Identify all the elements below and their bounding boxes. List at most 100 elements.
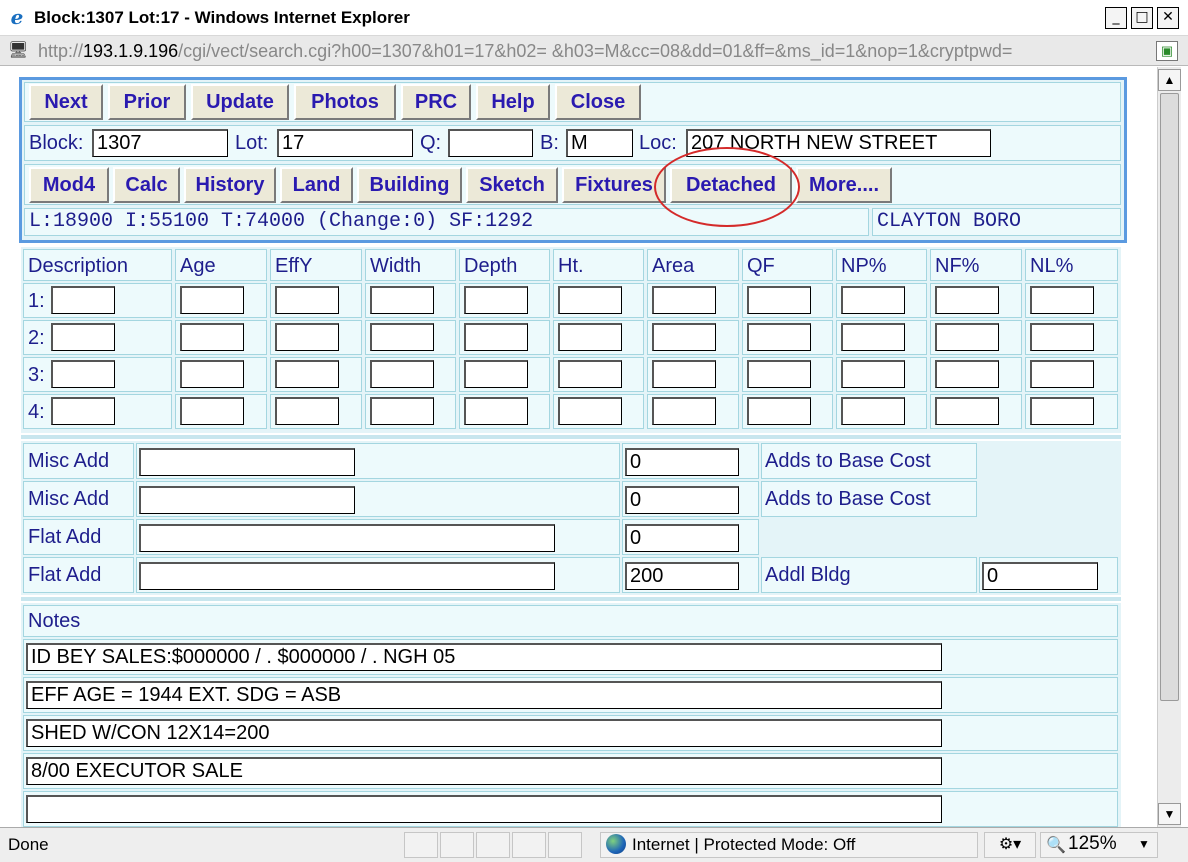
table-header-cell: EffY xyxy=(270,249,362,281)
table-input[interactable] xyxy=(180,360,244,388)
prc-button[interactable]: PRC xyxy=(401,84,471,120)
table-input[interactable] xyxy=(180,397,244,425)
address-bar[interactable]: 🖥 http://193.1.9.196/cgi/vect/search.cgi… xyxy=(0,36,1188,66)
table-input[interactable] xyxy=(51,397,115,425)
table-input[interactable] xyxy=(1030,323,1094,351)
table-input[interactable] xyxy=(558,286,622,314)
table-input[interactable] xyxy=(51,286,115,314)
note-field[interactable]: ID BEY SALES:$000000 / . $000000 / . NGH… xyxy=(26,643,942,671)
table-input[interactable] xyxy=(935,360,999,388)
url-field[interactable]: http://193.1.9.196/cgi/vect/search.cgi?h… xyxy=(38,40,1152,62)
prior-button[interactable]: Prior xyxy=(108,84,186,120)
table-cell xyxy=(1025,357,1118,392)
lot-field[interactable]: 17 xyxy=(277,129,413,157)
table-input[interactable] xyxy=(747,360,811,388)
table-input[interactable] xyxy=(841,323,905,351)
table-input[interactable] xyxy=(370,397,434,425)
table-input[interactable] xyxy=(935,286,999,314)
fixtures-button[interactable]: Fixtures xyxy=(562,167,666,203)
table-input[interactable] xyxy=(1030,360,1094,388)
table-input[interactable] xyxy=(558,397,622,425)
table-input[interactable] xyxy=(275,397,339,425)
table-input[interactable] xyxy=(1030,397,1094,425)
note-field[interactable]: 8/00 EXECUTOR SALE xyxy=(26,757,942,785)
table-cell xyxy=(647,394,739,429)
table-input[interactable] xyxy=(652,397,716,425)
addition-amount-field[interactable]: 0 xyxy=(625,524,739,552)
table-input[interactable] xyxy=(841,360,905,388)
table-input[interactable] xyxy=(464,286,528,314)
table-input[interactable] xyxy=(464,397,528,425)
table-input[interactable] xyxy=(464,323,528,351)
b-field[interactable]: M xyxy=(566,129,633,157)
note-row xyxy=(23,791,1118,827)
next-button[interactable]: Next xyxy=(29,84,103,120)
table-input[interactable] xyxy=(180,286,244,314)
building-button[interactable]: Building xyxy=(357,167,462,203)
vertical-scrollbar[interactable]: ▲ ▼ xyxy=(1157,67,1181,827)
table-input[interactable] xyxy=(747,397,811,425)
update-button[interactable]: Update xyxy=(191,84,289,120)
photos-button[interactable]: Photos xyxy=(294,84,396,120)
help-button[interactable]: Help xyxy=(476,84,550,120)
addl-bldg-field[interactable]: 0 xyxy=(982,562,1098,590)
protected-mode-icon[interactable]: ⚙▾ xyxy=(984,832,1036,858)
note-field[interactable] xyxy=(26,795,942,823)
table-input[interactable] xyxy=(935,397,999,425)
compatibility-view-icon[interactable]: ▣ xyxy=(1156,41,1178,61)
table-header-cell: QF xyxy=(742,249,833,281)
table-input[interactable] xyxy=(652,360,716,388)
table-cell xyxy=(836,320,927,355)
addition-amount-field[interactable]: 0 xyxy=(625,486,739,514)
land-button[interactable]: Land xyxy=(280,167,353,203)
zoom-dropdown-icon[interactable]: ▼ xyxy=(1138,837,1150,851)
close-window-button[interactable]: ✕ xyxy=(1157,7,1179,29)
mod4-button[interactable]: Mod4 xyxy=(29,167,109,203)
calc-button[interactable]: Calc xyxy=(113,167,180,203)
table-input[interactable] xyxy=(51,323,115,351)
q-field[interactable] xyxy=(448,129,533,157)
scroll-up-icon[interactable]: ▲ xyxy=(1158,69,1181,91)
table-input[interactable] xyxy=(841,397,905,425)
table-input[interactable] xyxy=(275,323,339,351)
scroll-thumb[interactable] xyxy=(1160,93,1179,701)
table-input[interactable] xyxy=(180,323,244,351)
table-input[interactable] xyxy=(841,286,905,314)
note-field[interactable]: EFF AGE = 1944 EXT. SDG = ASB xyxy=(26,681,942,709)
addition-description-field[interactable] xyxy=(139,562,555,590)
table-input[interactable] xyxy=(652,323,716,351)
addition-description-field[interactable] xyxy=(139,486,355,514)
maximize-button[interactable]: □ xyxy=(1131,7,1153,29)
addition-description-field[interactable] xyxy=(139,448,355,476)
table-input[interactable] xyxy=(464,360,528,388)
more-button[interactable]: More.... xyxy=(796,167,892,203)
addition-description-field[interactable] xyxy=(139,524,555,552)
sketch-button[interactable]: Sketch xyxy=(466,167,558,203)
history-button[interactable]: History xyxy=(184,167,276,203)
table-input[interactable] xyxy=(370,360,434,388)
table-input[interactable] xyxy=(652,286,716,314)
table-input[interactable] xyxy=(747,323,811,351)
table-header-cell: Ht. xyxy=(553,249,644,281)
table-cell xyxy=(553,357,644,392)
note-field[interactable]: SHED W/CON 12X14=200 xyxy=(26,719,942,747)
close-button[interactable]: Close xyxy=(555,84,641,120)
municipality-cell: CLAYTON BORO xyxy=(872,208,1121,236)
table-input[interactable] xyxy=(370,286,434,314)
minimize-button[interactable]: _ xyxy=(1105,7,1127,29)
table-input[interactable] xyxy=(370,323,434,351)
table-input[interactable] xyxy=(935,323,999,351)
scroll-down-icon[interactable]: ▼ xyxy=(1158,803,1181,825)
location-field[interactable]: 207 NORTH NEW STREET xyxy=(686,129,991,157)
detached-button[interactable]: Detached xyxy=(670,167,792,203)
table-input[interactable] xyxy=(747,286,811,314)
table-input[interactable] xyxy=(51,360,115,388)
table-input[interactable] xyxy=(275,360,339,388)
addition-amount-field[interactable]: 0 xyxy=(625,448,739,476)
table-input[interactable] xyxy=(558,323,622,351)
block-field[interactable]: 1307 xyxy=(92,129,228,157)
table-input[interactable] xyxy=(275,286,339,314)
addition-amount-field[interactable]: 200 xyxy=(625,562,739,590)
table-input[interactable] xyxy=(1030,286,1094,314)
table-input[interactable] xyxy=(558,360,622,388)
